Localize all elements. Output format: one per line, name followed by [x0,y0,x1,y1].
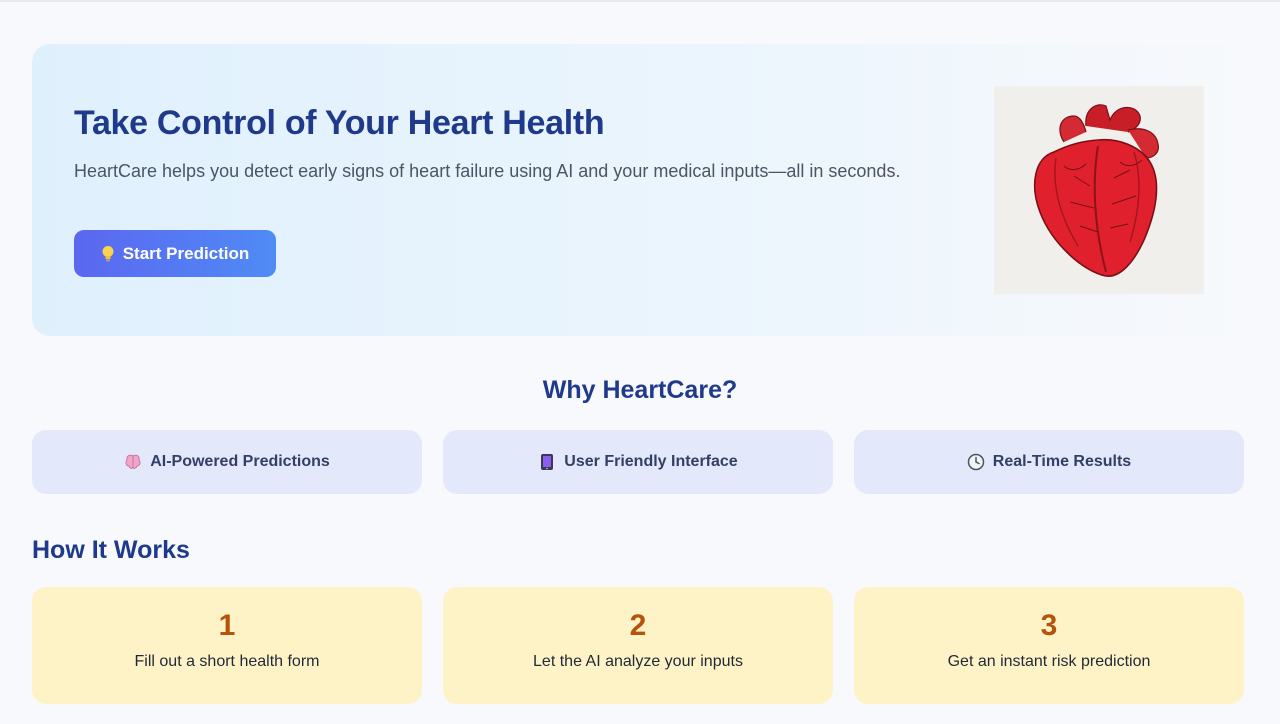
step-card-1: 1 Fill out a short health form [32,587,422,704]
clock-icon [967,453,985,471]
hero-title: Take Control of Your Heart Health [74,104,605,142]
top-divider [0,0,1280,2]
step-card-2: 2 Let the AI analyze your inputs [443,587,833,704]
feature-label: Real-Time Results [992,453,1132,470]
feature-label: User Friendly Interface [564,453,738,470]
hero-section: Take Control of Your Heart Health HeartC… [32,44,1244,336]
step-text: Let the AI analyze your inputs [533,653,743,670]
step-number: 1 [218,609,236,642]
step-card-3: 3 Get an instant risk prediction [854,587,1244,704]
heart-image [1033,104,1159,277]
feature-card-ui: User Friendly Interface [443,430,833,494]
feature-label: AI-Powered Predictions [150,453,330,470]
why-section-title: Why HeartCare? [542,376,738,404]
hero-subtitle: HeartCare helps you detect early signs o… [74,161,901,181]
brain-icon [125,454,141,469]
how-section-title: How It Works [32,536,190,564]
step-number: 3 [1040,609,1058,642]
feature-card-ai: AI-Powered Predictions [32,430,422,494]
start-prediction-button[interactable]: Start Prediction [74,230,276,277]
step-text: Get an instant risk prediction [947,653,1151,670]
lightbulb-icon [102,245,114,261]
tablet-icon [541,454,554,470]
step-number: 2 [629,609,647,642]
heart-illustration [994,86,1204,294]
step-text: Fill out a short health form [134,653,320,670]
start-prediction-label: Start Prediction [122,243,250,263]
feature-card-realtime: Real-Time Results [854,430,1244,494]
